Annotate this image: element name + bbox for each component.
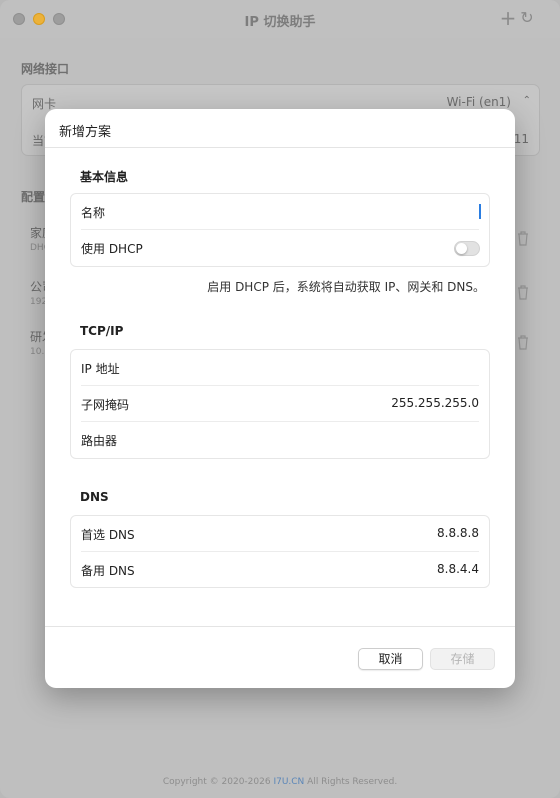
plus-icon[interactable]: +: [498, 7, 518, 29]
new-profile-dialog: 新增方案 基本信息 名称 使用 DHCP 启用 DHCP 后，系统将自动获取 I…: [45, 109, 515, 688]
network-section-label: 网络接口: [21, 62, 70, 76]
dhcp-label: 使用 DHCP: [81, 242, 143, 256]
ip-row[interactable]: IP 地址: [71, 350, 489, 386]
secondary-dns-input[interactable]: 8.8.4.4: [437, 562, 479, 576]
ip-label: IP 地址: [81, 362, 120, 376]
basic-info-title: 基本信息: [80, 170, 129, 184]
primary-dns-row[interactable]: 首选 DNS 8.8.8.8: [71, 516, 489, 552]
dhcp-row: 使用 DHCP: [71, 230, 489, 266]
dialog-title: 新增方案: [59, 125, 112, 140]
refresh-icon[interactable]: ↻: [517, 8, 537, 28]
footer-copyright: Copyright © 2020-2026 I7U.CN All Rights …: [0, 777, 560, 787]
chevron-updown-icon[interactable]: ⌃: [523, 95, 531, 106]
app-title: IP 切换助手: [244, 15, 316, 30]
primary-dns-label: 首选 DNS: [81, 528, 135, 542]
title-bar: IP 切换助手 + ↻: [0, 0, 560, 38]
dhcp-hint: 启用 DHCP 后，系统将自动获取 IP、网关和 DNS。: [207, 280, 485, 294]
text-cursor: [479, 204, 481, 219]
tcpip-title: TCP/IP: [80, 324, 124, 338]
name-row[interactable]: 名称: [71, 194, 489, 230]
nic-select[interactable]: Wi-Fi (en1): [447, 95, 511, 109]
mask-input[interactable]: 255.255.255.0: [391, 396, 479, 410]
tcpip-group: IP 地址 子网掩码 255.255.255.0 路由器: [70, 349, 490, 459]
footer-link[interactable]: I7U.CN: [273, 777, 304, 787]
dns-title: DNS: [80, 490, 109, 504]
router-label: 路由器: [81, 434, 118, 448]
dns-group: 首选 DNS 8.8.8.8 备用 DNS 8.8.4.4: [70, 515, 490, 588]
save-button[interactable]: 存储: [430, 648, 495, 670]
toggle-knob: [456, 243, 467, 254]
trash-icon[interactable]: [516, 334, 530, 350]
mask-row[interactable]: 子网掩码 255.255.255.0: [71, 386, 489, 422]
secondary-dns-label: 备用 DNS: [81, 564, 135, 578]
primary-dns-input[interactable]: 8.8.8.8: [437, 526, 479, 540]
footer-prefix: Copyright © 2020-2026: [162, 777, 274, 787]
dhcp-toggle[interactable]: [454, 241, 480, 256]
basic-info-group: 名称 使用 DHCP: [70, 193, 490, 267]
mask-label: 子网掩码: [81, 398, 130, 412]
secondary-dns-row[interactable]: 备用 DNS 8.8.4.4: [71, 552, 489, 588]
divider: [45, 626, 515, 627]
trash-icon[interactable]: [516, 284, 530, 300]
config-section-label: 配置: [21, 190, 46, 204]
trash-icon[interactable]: [516, 230, 530, 246]
cancel-button[interactable]: 取消: [358, 648, 423, 670]
current-value: 11: [513, 132, 529, 146]
name-label: 名称: [81, 206, 106, 220]
divider: [45, 147, 515, 148]
footer-suffix: All Rights Reserved.: [304, 777, 398, 787]
router-row[interactable]: 路由器: [71, 422, 489, 458]
